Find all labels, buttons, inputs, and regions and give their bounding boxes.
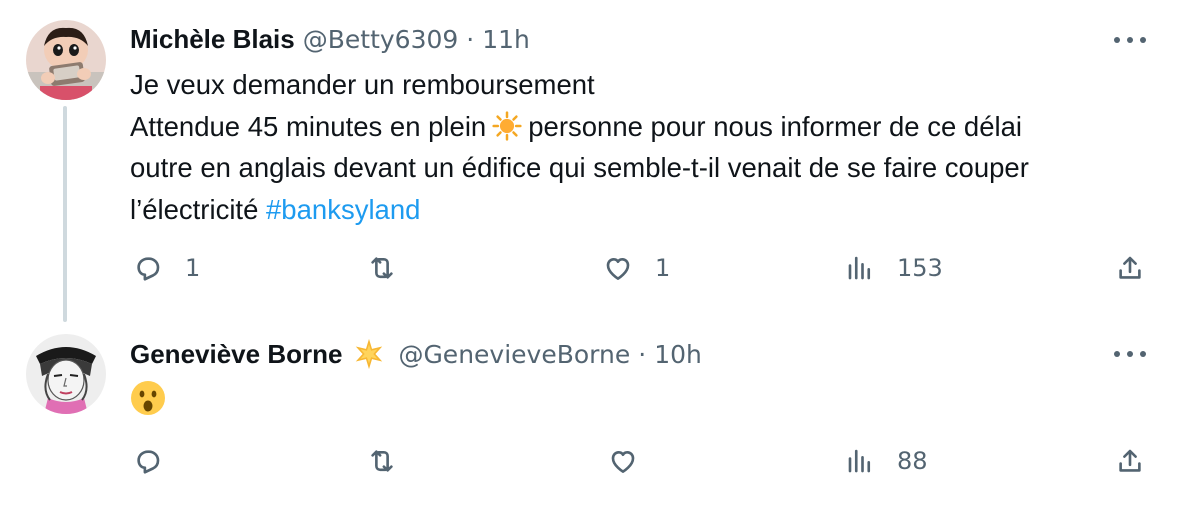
retweet-button[interactable] xyxy=(367,441,419,481)
tweet-header: Geneviève Borne @GenevieveBorne · 10h xyxy=(130,334,702,374)
avatar[interactable] xyxy=(26,20,106,100)
hashtag-link[interactable]: #banksyland xyxy=(266,194,420,225)
tweet-genevieve-borne[interactable]: Geneviève Borne @GenevieveBorne · 10h 88 xyxy=(0,320,1190,508)
avatar-image xyxy=(26,334,106,414)
share-icon xyxy=(1119,256,1141,279)
tweet-text: Je veux demander un remboursement Attend… xyxy=(130,64,1160,230)
tweet-text-segment: Attendue 45 minutes en plein xyxy=(130,110,487,142)
views-button[interactable]: 153 xyxy=(845,248,943,288)
tweet-timestamp[interactable]: 10h xyxy=(654,340,702,369)
tweet-text-segment: personne pour nous informer de ce délai xyxy=(528,110,1023,142)
author-handle[interactable]: @Betty6309 xyxy=(303,25,459,54)
sun-emoji-icon xyxy=(492,110,522,141)
views-button[interactable]: 88 xyxy=(845,441,928,481)
tweet-text-segment: l’électricité xyxy=(130,193,259,225)
share-icon xyxy=(1119,449,1141,472)
separator-dot: · xyxy=(638,339,647,369)
tweet-michele-blais[interactable]: Michèle Blais @Betty6309 · 11h Je veux d… xyxy=(0,0,1190,322)
tweet-header: Michèle Blais @Betty6309 · 11h xyxy=(130,19,530,59)
tweet-actions: 1 1 153 xyxy=(0,248,1190,288)
author-handle[interactable]: @GenevieveBorne xyxy=(398,340,630,369)
views-count: 153 xyxy=(897,254,943,282)
like-button[interactable] xyxy=(608,441,660,481)
share-button[interactable] xyxy=(1115,441,1145,481)
author-name[interactable]: Geneviève Borne xyxy=(130,339,342,370)
more-options-icon[interactable] xyxy=(1114,30,1146,50)
avatar-image xyxy=(26,20,106,100)
surprised-face-emoji-icon xyxy=(131,381,165,415)
reply-button[interactable] xyxy=(133,441,185,481)
heart-icon xyxy=(606,257,630,280)
avatar[interactable] xyxy=(26,334,106,414)
share-button[interactable] xyxy=(1115,248,1145,288)
more-options-icon[interactable] xyxy=(1114,344,1146,364)
star-badge-icon xyxy=(356,338,383,370)
reply-icon xyxy=(137,257,160,281)
tweet-text-line: outre en anglais devant un édifice qui s… xyxy=(130,152,1029,183)
views-chart-icon xyxy=(848,256,871,280)
reply-button[interactable]: 1 xyxy=(133,248,200,288)
retweet-button[interactable] xyxy=(367,248,419,288)
like-count: 1 xyxy=(655,254,671,282)
reply-count: 1 xyxy=(185,254,201,282)
views-chart-icon xyxy=(848,449,871,473)
separator-dot: · xyxy=(466,24,475,54)
tweet-text-line: l’électricité #banksyland xyxy=(130,189,1160,231)
heart-icon xyxy=(611,450,635,473)
tweet-text-line: Je veux demander un remboursement xyxy=(130,69,595,100)
views-count: 88 xyxy=(897,447,928,475)
thread-line xyxy=(63,106,67,322)
tweet-actions: 88 xyxy=(0,441,1190,481)
reply-icon xyxy=(137,450,160,474)
author-name[interactable]: Michèle Blais xyxy=(130,24,295,55)
retweet-icon xyxy=(371,257,393,279)
tweet-text-line: Attendue 45 minutes en plein personne po… xyxy=(130,106,1160,148)
tweet-timestamp[interactable]: 11h xyxy=(482,25,530,54)
like-button[interactable]: 1 xyxy=(603,248,670,288)
retweet-icon xyxy=(371,450,393,472)
